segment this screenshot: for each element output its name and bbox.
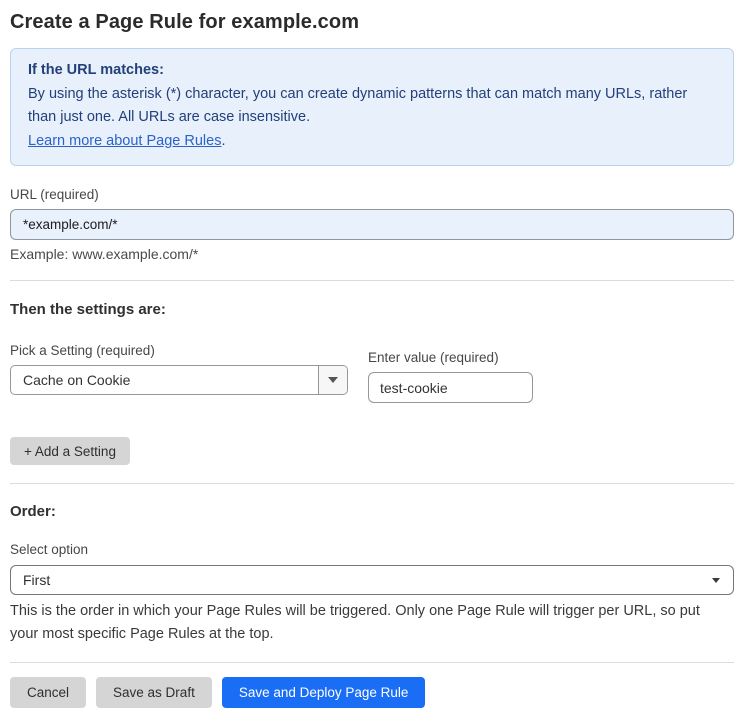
- order-select[interactable]: First: [10, 565, 734, 595]
- info-box-body: By using the asterisk (*) character, you…: [28, 85, 688, 126]
- url-label: URL (required): [10, 187, 99, 202]
- setting-select[interactable]: Cache on Cookie: [10, 365, 348, 395]
- info-box-link-line: Learn more about Page Rules.: [28, 130, 716, 154]
- setting-row: Pick a Setting (required) Cache on Cooki…: [10, 343, 734, 403]
- url-match-info-box: If the URL matches: By using the asteris…: [10, 48, 734, 166]
- order-select-value: First: [23, 572, 51, 588]
- chevron-down-icon[interactable]: [318, 366, 347, 394]
- section-divider: [10, 662, 734, 663]
- add-setting-button[interactable]: + Add a Setting: [10, 437, 130, 465]
- setting-picker-column: Pick a Setting (required) Cache on Cooki…: [10, 343, 348, 403]
- url-example-text: Example: www.example.com/*: [10, 246, 199, 262]
- setting-value-column: Enter value (required): [368, 350, 533, 403]
- link-suffix: .: [221, 132, 226, 149]
- order-section-heading: Order:: [10, 503, 56, 520]
- chevron-down-icon: [712, 577, 733, 583]
- order-help-text: This is the order in which your Page Rul…: [10, 603, 700, 642]
- setting-select-value: Cache on Cookie: [23, 372, 131, 388]
- create-page-rule-form: Create a Page Rule for example.com If th…: [0, 0, 750, 708]
- section-divider: [10, 483, 734, 484]
- settings-section-heading: Then the settings are:: [10, 301, 166, 318]
- order-select-label: Select option: [10, 542, 89, 557]
- section-divider: [10, 280, 734, 281]
- learn-more-link[interactable]: Learn more about Page Rules: [28, 133, 221, 149]
- page-title: Create a Page Rule for example.com: [10, 11, 360, 33]
- info-box-heading: If the URL matches:: [28, 62, 164, 78]
- setting-value-input[interactable]: [368, 372, 533, 403]
- url-input[interactable]: [10, 209, 734, 240]
- setting-picker-label: Pick a Setting (required): [10, 343, 155, 358]
- setting-value-label: Enter value (required): [368, 350, 499, 365]
